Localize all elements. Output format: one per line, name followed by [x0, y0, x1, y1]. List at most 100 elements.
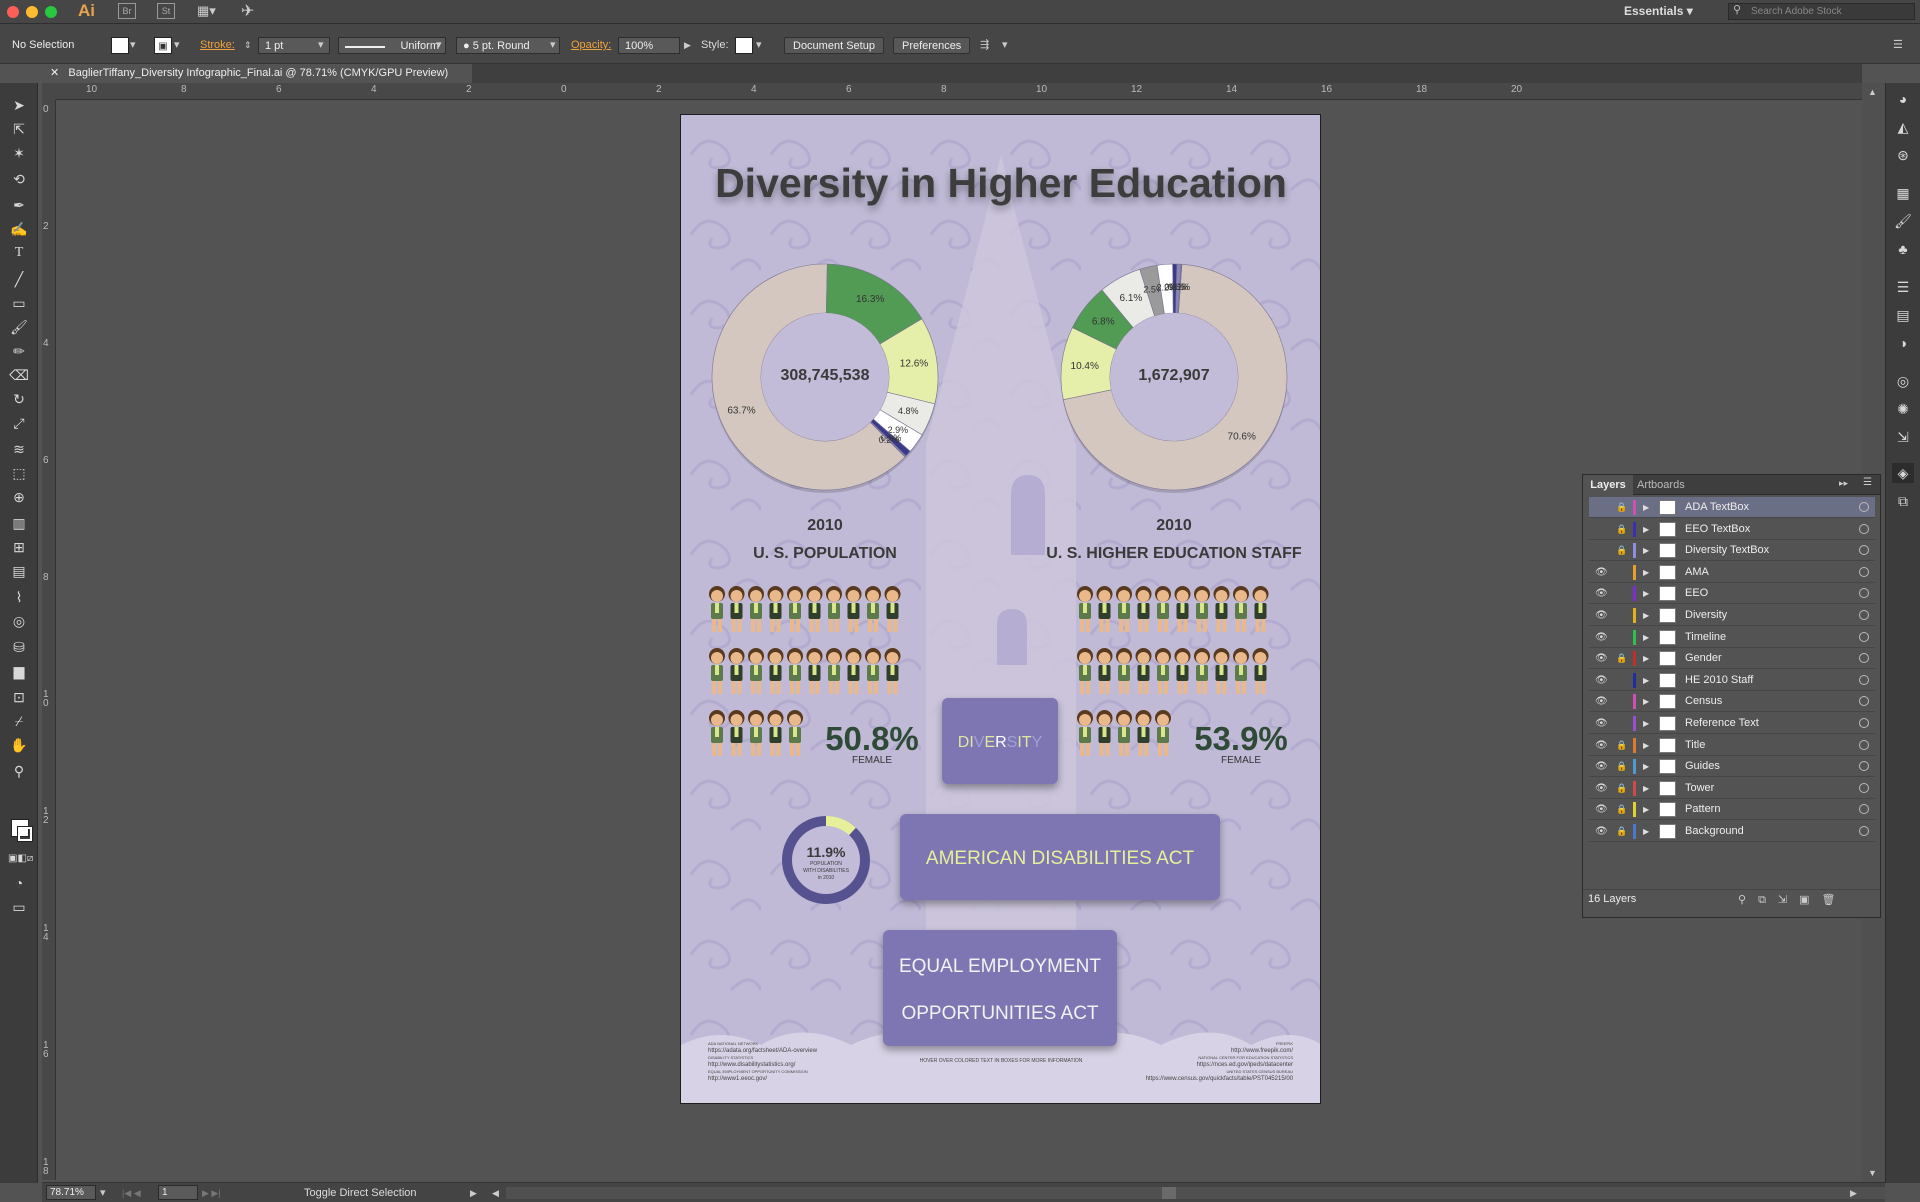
expand-triangle-icon[interactable]: ▶ [1643, 540, 1649, 561]
expand-triangle-icon[interactable]: ▶ [1643, 583, 1649, 604]
color-mode-icons[interactable]: ▣◧⧄ [8, 849, 33, 869]
horizontal-ruler[interactable]: 10 8 6 4 2 0 2 4 6 8 10 12 14 16 18 20 [56, 83, 1862, 100]
graphic-styles-icon[interactable]: ✺ [1892, 399, 1914, 419]
artboard-nav-next[interactable]: ▶ ▶| [202, 1184, 221, 1202]
visibility-eye-icon[interactable]: 👁 [1595, 605, 1608, 626]
expand-triangle-icon[interactable]: ▶ [1643, 605, 1649, 626]
color-panel-icon[interactable]: ◕ [1892, 89, 1914, 109]
layers-panel-icon[interactable]: ◈ [1892, 463, 1914, 483]
opacity-field[interactable]: 100% [618, 37, 680, 54]
vertical-ruler[interactable]: 0 2 4 6 8 10 12 14 16 18 [42, 100, 56, 1180]
rotate-tool-icon[interactable]: ↻ [8, 389, 30, 409]
brushes-icon[interactable]: 🖌 [1892, 211, 1914, 231]
layer-row[interactable]: 👁 🔒 ▶ Gender [1589, 648, 1875, 670]
expand-triangle-icon[interactable]: ▶ [1643, 799, 1649, 820]
target-icon[interactable] [1859, 826, 1869, 836]
zoom-tool-icon[interactable]: ⚲ [8, 761, 30, 781]
gradient-panel-icon[interactable]: ▤ [1892, 305, 1914, 325]
selection-tool-icon[interactable]: ➤ [8, 95, 30, 115]
status-menu-icon[interactable]: ▶ [470, 1184, 477, 1202]
collapse-panel-icon[interactable]: ▸▸ [1839, 478, 1848, 489]
expand-triangle-icon[interactable]: ▶ [1643, 691, 1649, 712]
stroke-swatch[interactable]: ▣ [154, 37, 172, 54]
lock-icon[interactable]: 🔒 [1616, 735, 1627, 756]
target-icon[interactable] [1859, 674, 1869, 685]
direct-selection-tool-icon[interactable]: ⇱ [8, 119, 30, 139]
slice-tool-icon[interactable]: ⌿ [8, 711, 30, 731]
layer-row[interactable]: 👁 ▶ HE 2010 Staff [1589, 670, 1875, 691]
layer-row[interactable]: 🔒 ▶ Diversity TextBox [1589, 540, 1875, 562]
gradient-tool-icon[interactable]: ▤ [8, 561, 30, 581]
layer-row[interactable]: 👁 🔒 ▶ Guides [1589, 756, 1875, 778]
artboard-number-field[interactable]: 1 [158, 1185, 198, 1200]
expand-triangle-icon[interactable]: ▶ [1643, 670, 1649, 691]
expand-triangle-icon[interactable]: ▶ [1643, 648, 1649, 669]
target-icon[interactable] [1859, 502, 1869, 512]
target-icon[interactable] [1859, 631, 1869, 642]
target-icon[interactable] [1859, 653, 1869, 664]
layer-row[interactable]: 🔒 ▶ EEO TextBox [1589, 519, 1875, 540]
artboards-icon[interactable]: ⧉ [1892, 491, 1914, 511]
lock-icon[interactable]: 🔒 [1616, 821, 1627, 842]
cc-libraries-icon[interactable]: ⊛ [1892, 145, 1914, 165]
target-icon[interactable] [1859, 588, 1869, 599]
expand-triangle-icon[interactable]: ▶ [1643, 778, 1649, 799]
expand-triangle-icon[interactable]: ▶ [1643, 497, 1649, 518]
expand-triangle-icon[interactable]: ▶ [1643, 519, 1649, 540]
stock-search-input[interactable]: Search Adobe Stock [1728, 3, 1915, 20]
artboard-nav-prev[interactable]: |◀ ◀ [122, 1184, 141, 1202]
target-icon[interactable] [1859, 761, 1869, 772]
lock-icon[interactable]: 🔒 [1616, 778, 1627, 799]
layer-actions[interactable]: ⚲⧉⇲▣🗑 [1738, 893, 1848, 907]
expand-triangle-icon[interactable]: ▶ [1643, 713, 1649, 734]
gpu-performance-icon[interactable]: ✈ [241, 1, 254, 21]
align-dropdown-icon[interactable]: ▾ [1002, 37, 1008, 54]
paintbrush-tool-icon[interactable]: 🖌 [8, 317, 30, 337]
visibility-eye-icon[interactable]: 👁 [1595, 562, 1608, 583]
eyedropper-tool-icon[interactable]: ⌇ [8, 587, 30, 607]
tab-artboards[interactable]: Artboards [1637, 475, 1685, 495]
horizontal-scrollbar[interactable] [506, 1187, 1886, 1199]
close-tab-icon[interactable]: ✕ [50, 67, 59, 79]
layer-row[interactable]: 👁 ▶ AMA [1589, 562, 1875, 583]
document-tab[interactable]: ✕ BaglierTiffany_Diversity Infographic_F… [42, 64, 472, 83]
style-dropdown-icon[interactable]: ▾ [756, 37, 762, 54]
visibility-eye-icon[interactable]: 👁 [1595, 627, 1608, 648]
visibility-eye-icon[interactable]: 👁 [1595, 756, 1608, 777]
perspective-grid-tool-icon[interactable]: ▥ [8, 513, 30, 533]
lock-icon[interactable]: 🔒 [1616, 497, 1627, 518]
close-window-button[interactable] [7, 6, 19, 18]
layer-row[interactable]: 👁 ▶ Census [1589, 691, 1875, 713]
target-icon[interactable] [1859, 545, 1869, 556]
visibility-eye-icon[interactable]: 👁 [1595, 691, 1608, 712]
color-guide-icon[interactable]: ◭ [1892, 117, 1914, 137]
maximize-window-button[interactable] [45, 6, 57, 18]
scroll-left-icon[interactable]: ◀ [492, 1184, 499, 1202]
screen-mode-icon[interactable]: ▭ [8, 897, 30, 917]
scroll-right-icon[interactable]: ▶ [1850, 1184, 1857, 1202]
appearance-icon[interactable]: ◎ [1892, 371, 1914, 391]
lock-icon[interactable]: 🔒 [1616, 799, 1627, 820]
blend-tool-icon[interactable]: ◎ [8, 611, 30, 631]
rectangle-tool-icon[interactable]: ▭ [8, 293, 30, 313]
expand-triangle-icon[interactable]: ▶ [1643, 562, 1649, 583]
stroke-label[interactable]: Stroke: [200, 37, 235, 54]
target-icon[interactable] [1859, 782, 1869, 793]
layer-row[interactable]: 👁 ▶ Reference Text [1589, 713, 1875, 734]
expand-triangle-icon[interactable]: ▶ [1643, 821, 1649, 842]
lock-icon[interactable]: 🔒 [1616, 756, 1627, 777]
eraser-tool-icon[interactable]: ⌫ [8, 365, 30, 385]
visibility-eye-icon[interactable]: 👁 [1595, 821, 1608, 842]
type-tool-icon[interactable]: T [8, 243, 30, 263]
layer-row[interactable]: 👁 ▶ Timeline [1589, 627, 1875, 648]
layers-menu-icon[interactable]: ☰ [1863, 477, 1872, 488]
opacity-arrow-icon[interactable]: ▶ [684, 37, 691, 54]
zoom-field[interactable]: 78.71% [46, 1185, 96, 1200]
horizontal-scroll-thumb[interactable] [1162, 1187, 1176, 1199]
target-icon[interactable] [1859, 523, 1869, 534]
zoom-dropdown-icon[interactable]: ▾ [100, 1184, 106, 1202]
stroke-color-swatch[interactable] [17, 826, 33, 842]
target-icon[interactable] [1859, 566, 1869, 577]
target-icon[interactable] [1859, 804, 1869, 815]
expand-triangle-icon[interactable]: ▶ [1643, 627, 1649, 648]
